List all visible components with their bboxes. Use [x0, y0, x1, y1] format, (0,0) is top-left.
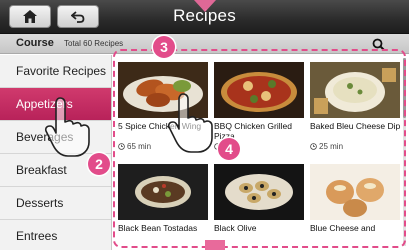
sidebar-item-desserts[interactable]: Desserts	[0, 187, 111, 220]
callout-badge-3: 3	[153, 36, 175, 58]
callout-badge-4: 4	[218, 138, 240, 160]
recipes-screen: Recipes Course Total 60 Recipes Favorite…	[0, 0, 409, 250]
tap-hand-icon	[44, 97, 90, 157]
course-label: Course	[16, 37, 54, 49]
bottom-pointer-marker	[205, 240, 225, 250]
top-pointer-marker	[194, 0, 216, 12]
recipe-count: Total 60 Recipes	[64, 39, 124, 48]
sidebar-item-entrees[interactable]: Entrees	[0, 220, 111, 250]
sidebar-item-favorite-recipes[interactable]: Favorite Recipes	[0, 55, 111, 88]
grid-highlight-box	[113, 49, 406, 248]
tap-hand-icon	[167, 93, 213, 153]
callout-badge-2: 2	[88, 153, 110, 175]
